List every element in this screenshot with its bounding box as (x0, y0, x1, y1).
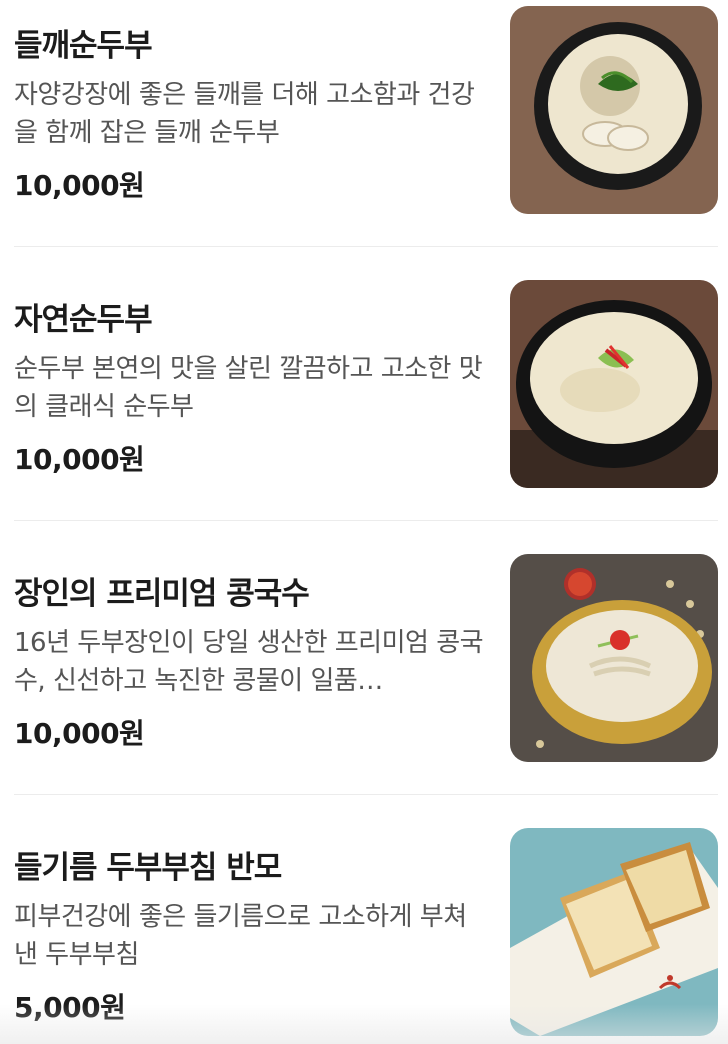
menu-item-price: 5,000원 (14, 991, 126, 1024)
divider (14, 794, 718, 795)
pan-fried-tofu-photo[interactable] (510, 828, 718, 1036)
menu-item-pan-fried-tofu[interactable]: 들기름 두부부침 반모 피부건강에 좋은 들기름으로 고소하게 부쳐 낸 두부부… (0, 822, 728, 1044)
menu-item-price: 10,000원 (14, 717, 145, 750)
menu-item-price: 10,000원 (14, 169, 145, 202)
divider (14, 520, 718, 521)
menu-item-name: 자연순두부 (14, 302, 153, 338)
natural-soft-tofu-photo[interactable] (510, 280, 718, 488)
menu-item-description: 16년 두부장인이 당일 생산한 프리미엄 콩국수, 신선하고 녹진한 콩물이 … (14, 628, 484, 696)
menu-item-description: 피부건강에 좋은 들기름으로 고소하게 부쳐 낸 두부부침 (14, 902, 467, 970)
menu-item-name: 들기름 두부부침 반모 (14, 850, 282, 886)
divider (14, 246, 718, 247)
menu-item-premium-soy-noodle[interactable]: 장인의 프리미엄 콩국수 16년 두부장인이 당일 생산한 프리미엄 콩국수, … (0, 548, 728, 822)
menu-item-name: 장인의 프리미엄 콩국수 (14, 576, 310, 612)
menu-item-description: 자양강장에 좋은 들깨를 더해 고소함과 건강을 함께 잡은 들깨 순두부 (14, 80, 475, 148)
menu-item-natural-soft-tofu[interactable]: 자연순두부 순두부 본연의 맛을 살린 깔끔하고 고소한 맛의 클래식 순두부 … (0, 274, 728, 548)
menu-item-description: 순두부 본연의 맛을 살린 깔끔하고 고소한 맛의 클래식 순두부 (14, 354, 483, 422)
menu-item-perilla-soft-tofu[interactable]: 들깨순두부 자양강장에 좋은 들깨를 더해 고소함과 건강을 함께 잡은 들깨 … (0, 0, 728, 274)
menu-list: 들깨순두부 자양강장에 좋은 들깨를 더해 고소함과 건강을 함께 잡은 들깨 … (0, 0, 728, 1044)
menu-item-name: 들깨순두부 (14, 28, 153, 64)
menu-item-price: 10,000원 (14, 443, 145, 476)
soy-noodle-soup-photo[interactable] (510, 554, 718, 762)
perilla-soft-tofu-photo[interactable] (510, 6, 718, 214)
